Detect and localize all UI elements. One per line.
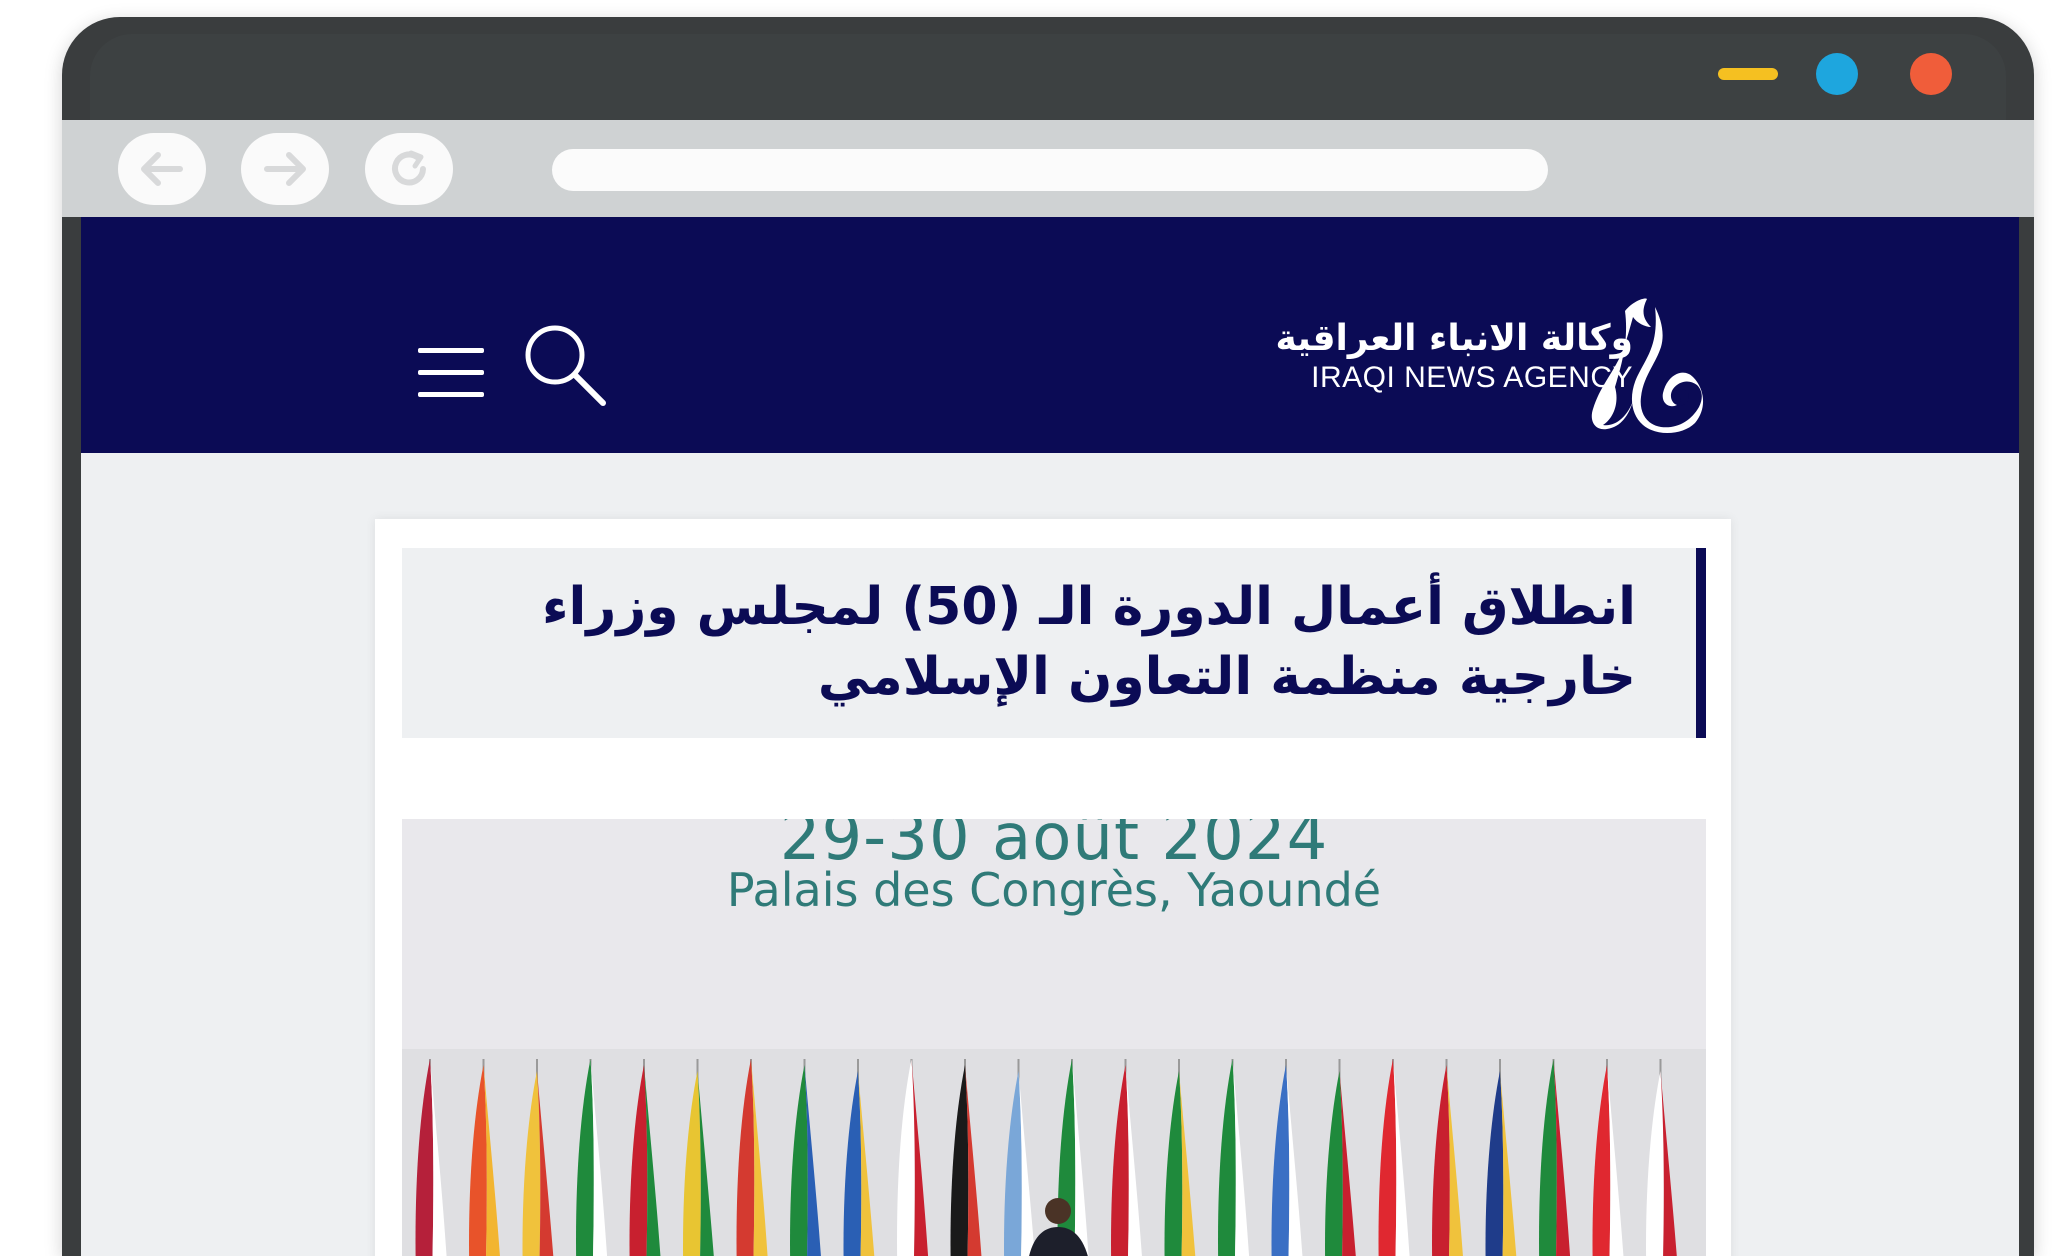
- back-button[interactable]: [118, 133, 206, 205]
- maximize-button[interactable]: [1816, 53, 1858, 95]
- headline-box: انطلاق أعمال الدورة الـ (50) لمجلس وزراء…: [402, 548, 1706, 738]
- back-arrow-icon: [141, 152, 183, 186]
- close-button[interactable]: [1910, 53, 1952, 95]
- reload-icon: [392, 150, 426, 186]
- forward-button[interactable]: [241, 133, 329, 205]
- minimize-button[interactable]: [1718, 68, 1778, 80]
- hamburger-menu-icon[interactable]: [418, 348, 484, 400]
- article-image[interactable]: 29-30 août 2024 Palais des Congrès, Yaou…: [402, 819, 1706, 1256]
- site-header: وكالة الانباء العراقية IRAQI NEWS AGENCY: [81, 217, 2019, 453]
- flags-row-illustration: [402, 1049, 1706, 1256]
- page-viewport: وكالة الانباء العراقية IRAQI NEWS AGENCY…: [81, 217, 2019, 1256]
- forward-arrow-icon: [264, 152, 306, 186]
- article-headline[interactable]: انطلاق أعمال الدورة الـ (50) لمجلس وزراء…: [536, 572, 1636, 712]
- reload-button[interactable]: [365, 133, 453, 205]
- article-card: انطلاق أعمال الدورة الـ (50) لمجلس وزراء…: [375, 519, 1731, 1256]
- logo-arabic: وكالة الانباء العراقية: [1275, 318, 1633, 359]
- site-logo-text[interactable]: وكالة الانباء العراقية IRAQI NEWS AGENCY: [1181, 317, 1633, 395]
- search-icon[interactable]: [517, 317, 609, 409]
- ina-logo-icon[interactable]: [1585, 297, 1709, 435]
- logo-english: IRAQI NEWS AGENCY: [1311, 361, 1633, 394]
- address-bar[interactable]: [552, 149, 1548, 191]
